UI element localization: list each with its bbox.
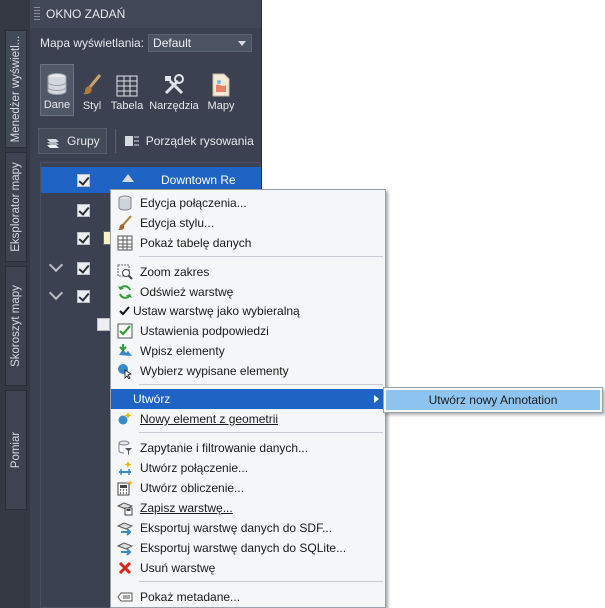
display-map-label: Mapa wyświetlania: bbox=[40, 36, 145, 50]
menu-separator bbox=[139, 256, 383, 257]
layer-visibility-checkbox[interactable] bbox=[77, 232, 90, 245]
menu-item-refresh-layer[interactable]: Odśwież warstwę bbox=[111, 282, 385, 302]
tab-map-book[interactable]: Skoroszyt mapy bbox=[5, 266, 27, 386]
tab-survey[interactable]: Pomiar bbox=[5, 390, 27, 510]
chevron-down-icon bbox=[238, 41, 247, 46]
menu-item-export-sdf[interactable]: Eksportuj warstwę danych do SDF... bbox=[111, 518, 385, 538]
layer-visibility-checkbox[interactable] bbox=[77, 262, 90, 275]
save-layer-icon bbox=[117, 502, 133, 516]
vertical-tab-strip: Menedżer wyświetl... Eksplorator mapy Sk… bbox=[0, 0, 30, 608]
menu-separator bbox=[139, 384, 383, 385]
menu-item-export-sqlite[interactable]: Eksportuj warstwę danych do SQLite... bbox=[111, 538, 385, 558]
menu-item-new-feature-from-geometry[interactable]: Nowy element z geometrii bbox=[111, 409, 385, 429]
brush-icon bbox=[118, 215, 132, 231]
table-icon bbox=[116, 75, 138, 97]
task-pane-titlebar[interactable]: OKNO ZADAŃ bbox=[30, 0, 261, 28]
style-button[interactable]: Styl bbox=[78, 64, 106, 116]
metadata-icon bbox=[117, 592, 133, 602]
screen: Menedżer wyświetl... Eksplorator mapy Sk… bbox=[0, 0, 605, 608]
menu-item-select-checked-out[interactable]: Wybierz wypisane elementy bbox=[111, 361, 385, 381]
draw-order-button[interactable]: Porządek rysowania bbox=[124, 133, 254, 149]
layer-visibility-checkbox[interactable] bbox=[77, 204, 90, 217]
menu-item-set-selectable[interactable]: Ustaw warstwę jako wybieralną bbox=[111, 301, 385, 321]
menu-separator bbox=[139, 581, 383, 582]
maps-button[interactable]: Mapy bbox=[204, 64, 238, 116]
context-menu: Edycja połączenia... Edycja stylu... Pok… bbox=[110, 189, 386, 608]
delete-icon bbox=[118, 561, 132, 575]
group-toolbar: Grupy Porządek rysowania bbox=[38, 128, 254, 154]
join-icon bbox=[119, 461, 132, 475]
export-sqlite-icon bbox=[117, 542, 133, 556]
calculator-icon bbox=[117, 480, 133, 496]
select-checked-out-icon bbox=[118, 364, 132, 379]
layer-visibility-checkbox[interactable] bbox=[77, 290, 90, 303]
divider bbox=[114, 129, 116, 153]
check-icon bbox=[119, 306, 130, 316]
new-feature-icon bbox=[118, 412, 132, 425]
layer-label: Downtown Re bbox=[161, 173, 236, 187]
menu-item-edit-connection[interactable]: Edycja połączenia... bbox=[111, 193, 385, 213]
groups-button[interactable]: Grupy bbox=[38, 128, 107, 154]
toolbar: Dane Styl Tabela Narzędzia Mapy bbox=[40, 64, 242, 116]
table-icon bbox=[117, 235, 133, 251]
menu-item-edit-style[interactable]: Edycja stylu... bbox=[111, 213, 385, 233]
layer-visibility-checkbox[interactable] bbox=[77, 174, 90, 187]
checkin-icon bbox=[119, 344, 132, 356]
display-map-row: Mapa wyświetlania: Default bbox=[40, 34, 253, 52]
table-button[interactable]: Tabela bbox=[110, 64, 144, 116]
menu-item-show-metadata[interactable]: Pokaż metadane... bbox=[111, 587, 385, 607]
menu-item-check-in-features[interactable]: Wpisz elementy bbox=[111, 341, 385, 361]
menu-item-show-data-table[interactable]: Pokaż tabelę danych bbox=[111, 233, 385, 253]
menu-separator bbox=[139, 432, 383, 433]
tooltip-settings-icon bbox=[117, 323, 133, 339]
menu-item-create-join[interactable]: Utwórz połączenie... bbox=[111, 458, 385, 478]
chevron-right-icon bbox=[374, 395, 379, 403]
tab-map-explorer[interactable]: Eksplorator mapy bbox=[5, 152, 27, 262]
display-map-dropdown[interactable]: Default bbox=[148, 34, 253, 52]
menu-item-create-calculation[interactable]: Utwórz obliczenie... bbox=[111, 478, 385, 498]
groups-icon bbox=[47, 139, 59, 148]
chevron-down-icon[interactable] bbox=[48, 257, 64, 273]
chevron-down-icon[interactable] bbox=[48, 285, 64, 301]
tools-button[interactable]: Narzędzia bbox=[148, 64, 200, 116]
menu-item-zoom-extent[interactable]: Zoom zakres bbox=[111, 262, 385, 282]
database-icon bbox=[47, 73, 67, 96]
refresh-icon bbox=[118, 285, 132, 299]
menu-item-delete-layer[interactable]: Usuń warstwę bbox=[111, 558, 385, 578]
menu-item-create[interactable]: Utwórz bbox=[111, 389, 385, 409]
query-filter-icon bbox=[118, 440, 132, 455]
export-sdf-icon bbox=[117, 522, 133, 536]
zoom-extent-icon bbox=[117, 264, 133, 280]
tools-icon bbox=[164, 74, 184, 95]
layer-visibility-checkbox[interactable] bbox=[97, 318, 110, 331]
maps-icon bbox=[212, 73, 230, 97]
menu-item-query-filter[interactable]: Zapytanie i filtrowanie danych... bbox=[111, 438, 385, 458]
menu-item-tooltip-settings[interactable]: Ustawienia podpowiedzi bbox=[111, 321, 385, 341]
grip-icon[interactable] bbox=[34, 7, 40, 21]
menu-item-save-layer[interactable]: Zapisz warstwę... bbox=[111, 498, 385, 518]
submenu-item-new-annotation[interactable]: Utwórz nowy Annotation bbox=[386, 390, 600, 410]
database-icon bbox=[118, 195, 132, 211]
draw-order-icon bbox=[124, 136, 139, 146]
task-pane-title: OKNO ZADAŃ bbox=[46, 7, 126, 21]
create-submenu: Utwórz nowy Annotation bbox=[383, 387, 603, 413]
data-button[interactable]: Dane bbox=[40, 64, 74, 116]
brush-icon bbox=[83, 74, 102, 95]
layer-icon bbox=[122, 174, 134, 182]
tab-display-manager[interactable]: Menedżer wyświetl... bbox=[5, 30, 27, 148]
